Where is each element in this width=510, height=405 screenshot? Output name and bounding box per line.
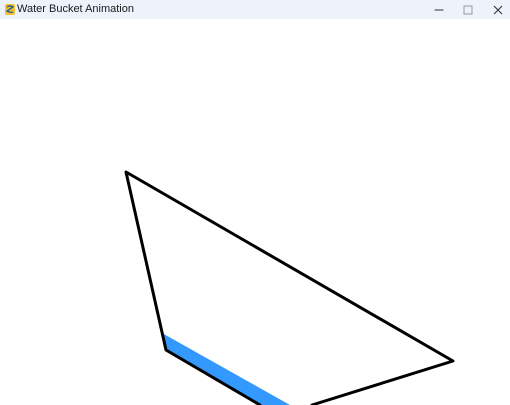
bucket-scene: [124, 170, 455, 405]
bucket-outline: [124, 170, 455, 405]
water-fill: [162, 333, 290, 405]
app-window: Water Bucket Animation: [0, 0, 510, 405]
